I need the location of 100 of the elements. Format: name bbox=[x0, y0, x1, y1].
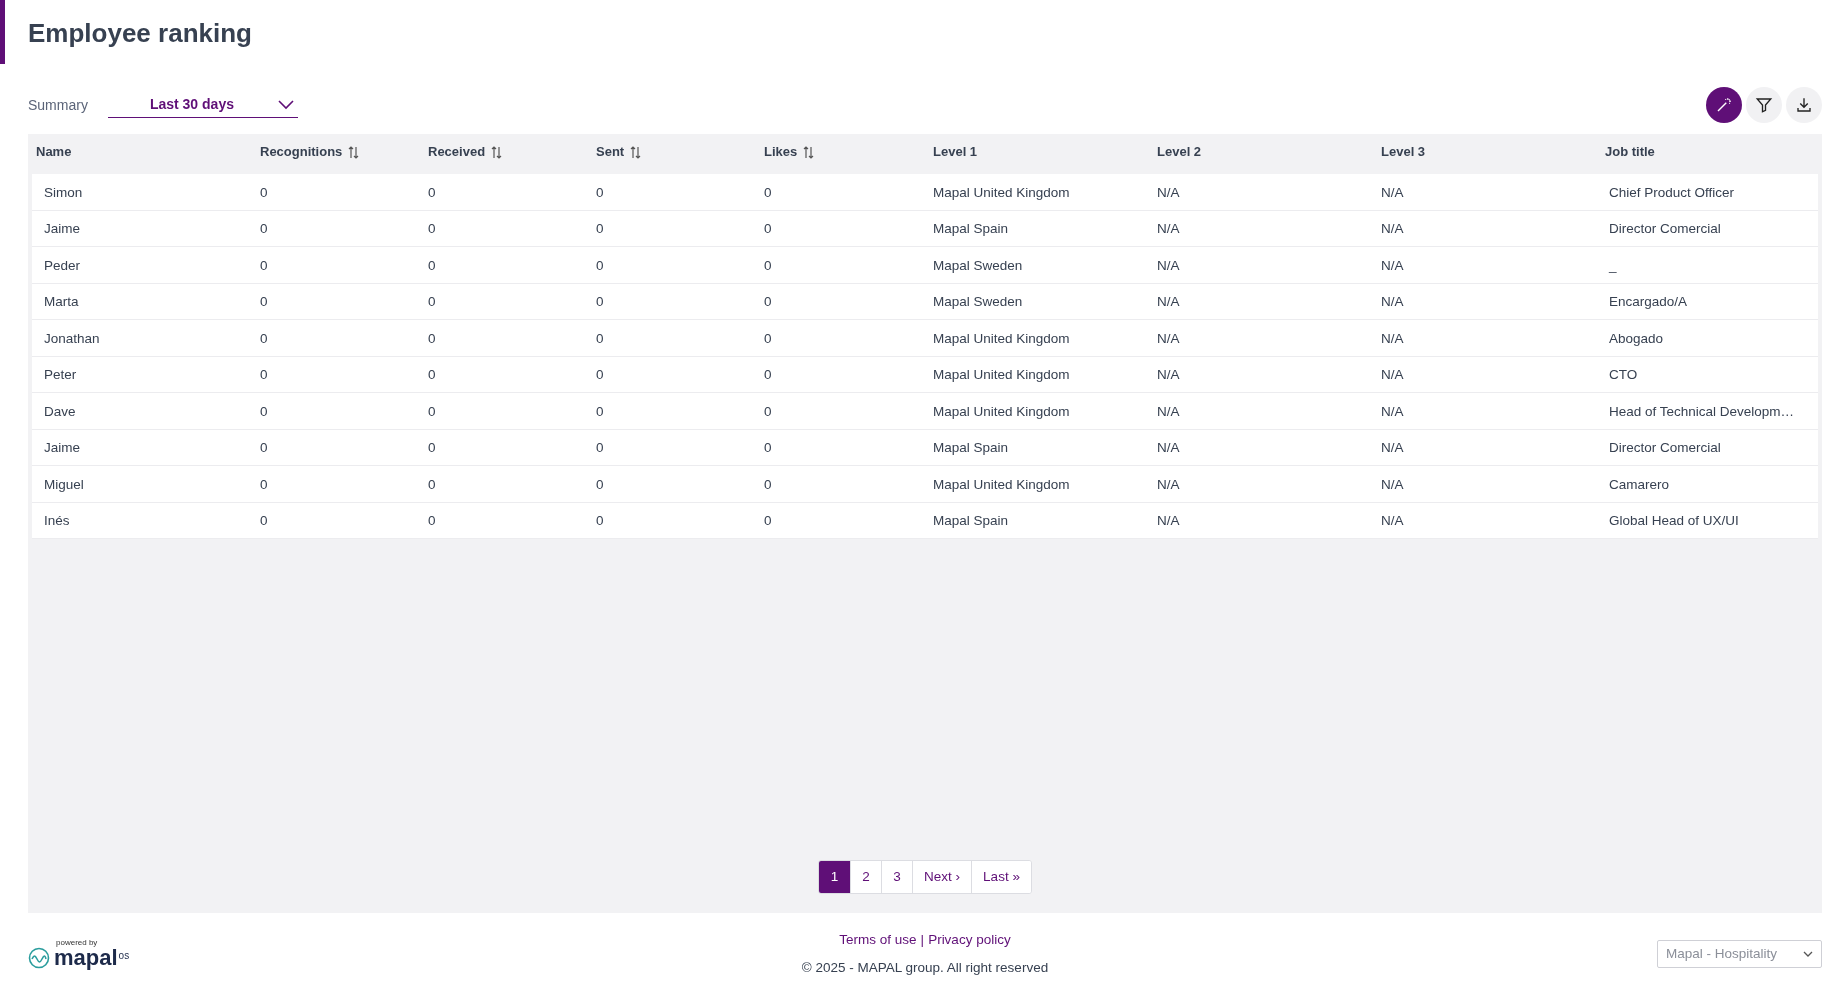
table-row[interactable]: Jaime 0 0 0 0 Mapal Spain N/A N/A Director Comercial bbox=[32, 429, 1818, 466]
table-cell: Director Comercial bbox=[1609, 221, 1721, 237]
table-cell: Global Head of UX/UI bbox=[1609, 513, 1739, 529]
table-cell: 0 bbox=[764, 440, 772, 456]
table-cell: CTO bbox=[1609, 367, 1638, 383]
table-row[interactable]: Jonathan 0 0 0 0 Mapal United Kingdom N/A N/A Abogado bbox=[32, 320, 1818, 357]
table-cell: 0 bbox=[764, 184, 772, 200]
sort-icon[interactable] bbox=[630, 145, 642, 159]
table-row[interactable]: Jaime 0 0 0 0 Mapal Spain N/A N/A Director Comercial bbox=[32, 210, 1818, 247]
table-cell: 0 bbox=[428, 367, 436, 383]
table-cell: 0 bbox=[596, 184, 604, 200]
page-button[interactable]: 1 bbox=[819, 861, 851, 893]
table-cell: N/A bbox=[1157, 403, 1180, 419]
table-cell: 0 bbox=[260, 476, 268, 492]
table-cell: Encargado/A bbox=[1609, 294, 1688, 310]
table-row[interactable]: Simon 0 0 0 0 Mapal United Kingdom N/A N/A Chief Product Officer bbox=[32, 174, 1818, 211]
table-cell: 0 bbox=[428, 221, 436, 237]
table-cell: N/A bbox=[1157, 440, 1180, 456]
column-header[interactable]: Sent bbox=[596, 142, 642, 162]
table-cell: Peder bbox=[44, 257, 81, 273]
magic-wand-icon bbox=[1715, 96, 1733, 114]
sort-icon[interactable] bbox=[348, 145, 360, 159]
table-row[interactable]: Peder 0 0 0 0 Mapal Sweden N/A N/A _ bbox=[32, 247, 1818, 284]
table-cell: N/A bbox=[1381, 403, 1404, 419]
table-cell: Inés bbox=[44, 513, 70, 529]
table-cell: 0 bbox=[764, 257, 772, 273]
sort-icon[interactable] bbox=[491, 145, 503, 159]
table-cell: 0 bbox=[428, 257, 436, 273]
column-header: Level 2 bbox=[1157, 143, 1202, 162]
table-row[interactable]: Miguel 0 0 0 0 Mapal United Kingdom N/A N/A Camarero bbox=[32, 466, 1818, 503]
table-cell: Mapal Sweden bbox=[933, 257, 1023, 273]
table-cell: Mapal Spain bbox=[933, 221, 1009, 237]
table-cell: 0 bbox=[428, 513, 436, 529]
table-cell: Director Comercial bbox=[1609, 440, 1721, 456]
table-row[interactable]: Peter 0 0 0 0 Mapal United Kingdom N/A N/A CTO bbox=[32, 356, 1818, 393]
table-cell: Abogado bbox=[1609, 330, 1664, 346]
table-cell: N/A bbox=[1381, 294, 1404, 310]
table-cell: 0 bbox=[428, 403, 436, 419]
table-cell: 0 bbox=[764, 294, 772, 310]
table-cell: Mapal United Kingdom bbox=[933, 367, 1070, 383]
table-cell: 0 bbox=[764, 403, 772, 419]
filter-button[interactable] bbox=[1746, 87, 1782, 123]
column-header[interactable]: Likes bbox=[764, 142, 815, 162]
column-header: Name bbox=[36, 143, 72, 162]
table-cell: 0 bbox=[764, 476, 772, 492]
table-cell: _ bbox=[1609, 257, 1617, 273]
table-cell: Mapal United Kingdom bbox=[933, 403, 1070, 419]
table-cell: Head of Technical Developm… bbox=[1609, 403, 1795, 419]
table-cell: N/A bbox=[1157, 513, 1180, 529]
table-cell: N/A bbox=[1157, 184, 1180, 200]
table-cell: Chief Product Officer bbox=[1609, 184, 1735, 200]
privacy-link[interactable]: Privacy policy bbox=[928, 929, 1011, 950]
summary-label: Summary bbox=[28, 95, 88, 115]
table-cell: 0 bbox=[260, 330, 268, 346]
table-cell: 0 bbox=[260, 513, 268, 529]
table-cell: 0 bbox=[260, 440, 268, 456]
table-cell: N/A bbox=[1157, 330, 1180, 346]
table-cell: 0 bbox=[260, 184, 268, 200]
table-cell: 0 bbox=[596, 476, 604, 492]
logo-wave-icon bbox=[28, 947, 50, 969]
powered-by-text: powered by bbox=[55, 939, 99, 947]
sort-icon[interactable] bbox=[803, 145, 815, 159]
page-button[interactable]: Last » bbox=[971, 861, 1031, 893]
table-cell: 0 bbox=[428, 294, 436, 310]
table-cell: Peter bbox=[44, 367, 77, 383]
table-cell: Jonathan bbox=[44, 330, 100, 346]
table-cell: 0 bbox=[260, 294, 268, 310]
column-header[interactable]: Recognitions bbox=[260, 142, 360, 162]
table-cell: Mapal United Kingdom bbox=[933, 330, 1070, 346]
table-row[interactable]: Marta 0 0 0 0 Mapal Sweden N/A N/A Encargado/A bbox=[32, 283, 1818, 320]
table-row[interactable]: Inés 0 0 0 0 Mapal Spain N/A N/A Global Head of UX/UI bbox=[32, 502, 1818, 539]
table-cell: 0 bbox=[596, 330, 604, 346]
table-cell: N/A bbox=[1381, 440, 1404, 456]
table-cell: 0 bbox=[764, 221, 772, 237]
table-cell: 0 bbox=[596, 403, 604, 419]
wand-button[interactable] bbox=[1706, 87, 1742, 123]
table-cell: 0 bbox=[428, 330, 436, 346]
table-row[interactable]: Dave 0 0 0 0 Mapal United Kingdom N/A N/A Head of Technical Developm… bbox=[32, 393, 1818, 430]
table-cell: Mapal United Kingdom bbox=[933, 476, 1070, 492]
table-cell: 0 bbox=[260, 221, 268, 237]
table-cell: Miguel bbox=[44, 476, 84, 492]
table-cell: 0 bbox=[596, 440, 604, 456]
column-header: Level 1 bbox=[933, 143, 978, 162]
download-button[interactable] bbox=[1786, 87, 1822, 123]
table-cell: N/A bbox=[1157, 367, 1180, 383]
logo-text: mapal bbox=[54, 947, 118, 969]
period-dropdown[interactable]: Last 30 days bbox=[107, 92, 298, 118]
filter-icon bbox=[1755, 96, 1773, 114]
table-cell: Mapal Spain bbox=[933, 440, 1009, 456]
table-cell: N/A bbox=[1381, 221, 1404, 237]
table-cell: 0 bbox=[428, 184, 436, 200]
table-cell: N/A bbox=[1381, 330, 1404, 346]
table-cell: 0 bbox=[596, 294, 604, 310]
terms-link[interactable]: Terms of use bbox=[839, 929, 917, 950]
table-cell: Jaime bbox=[44, 221, 80, 237]
table-cell: Marta bbox=[44, 294, 79, 310]
table-cell: Camarero bbox=[1609, 476, 1670, 492]
column-header: Job title bbox=[1605, 143, 1655, 162]
table-cell: Mapal United Kingdom bbox=[933, 184, 1070, 200]
column-header[interactable]: Received bbox=[428, 142, 503, 162]
